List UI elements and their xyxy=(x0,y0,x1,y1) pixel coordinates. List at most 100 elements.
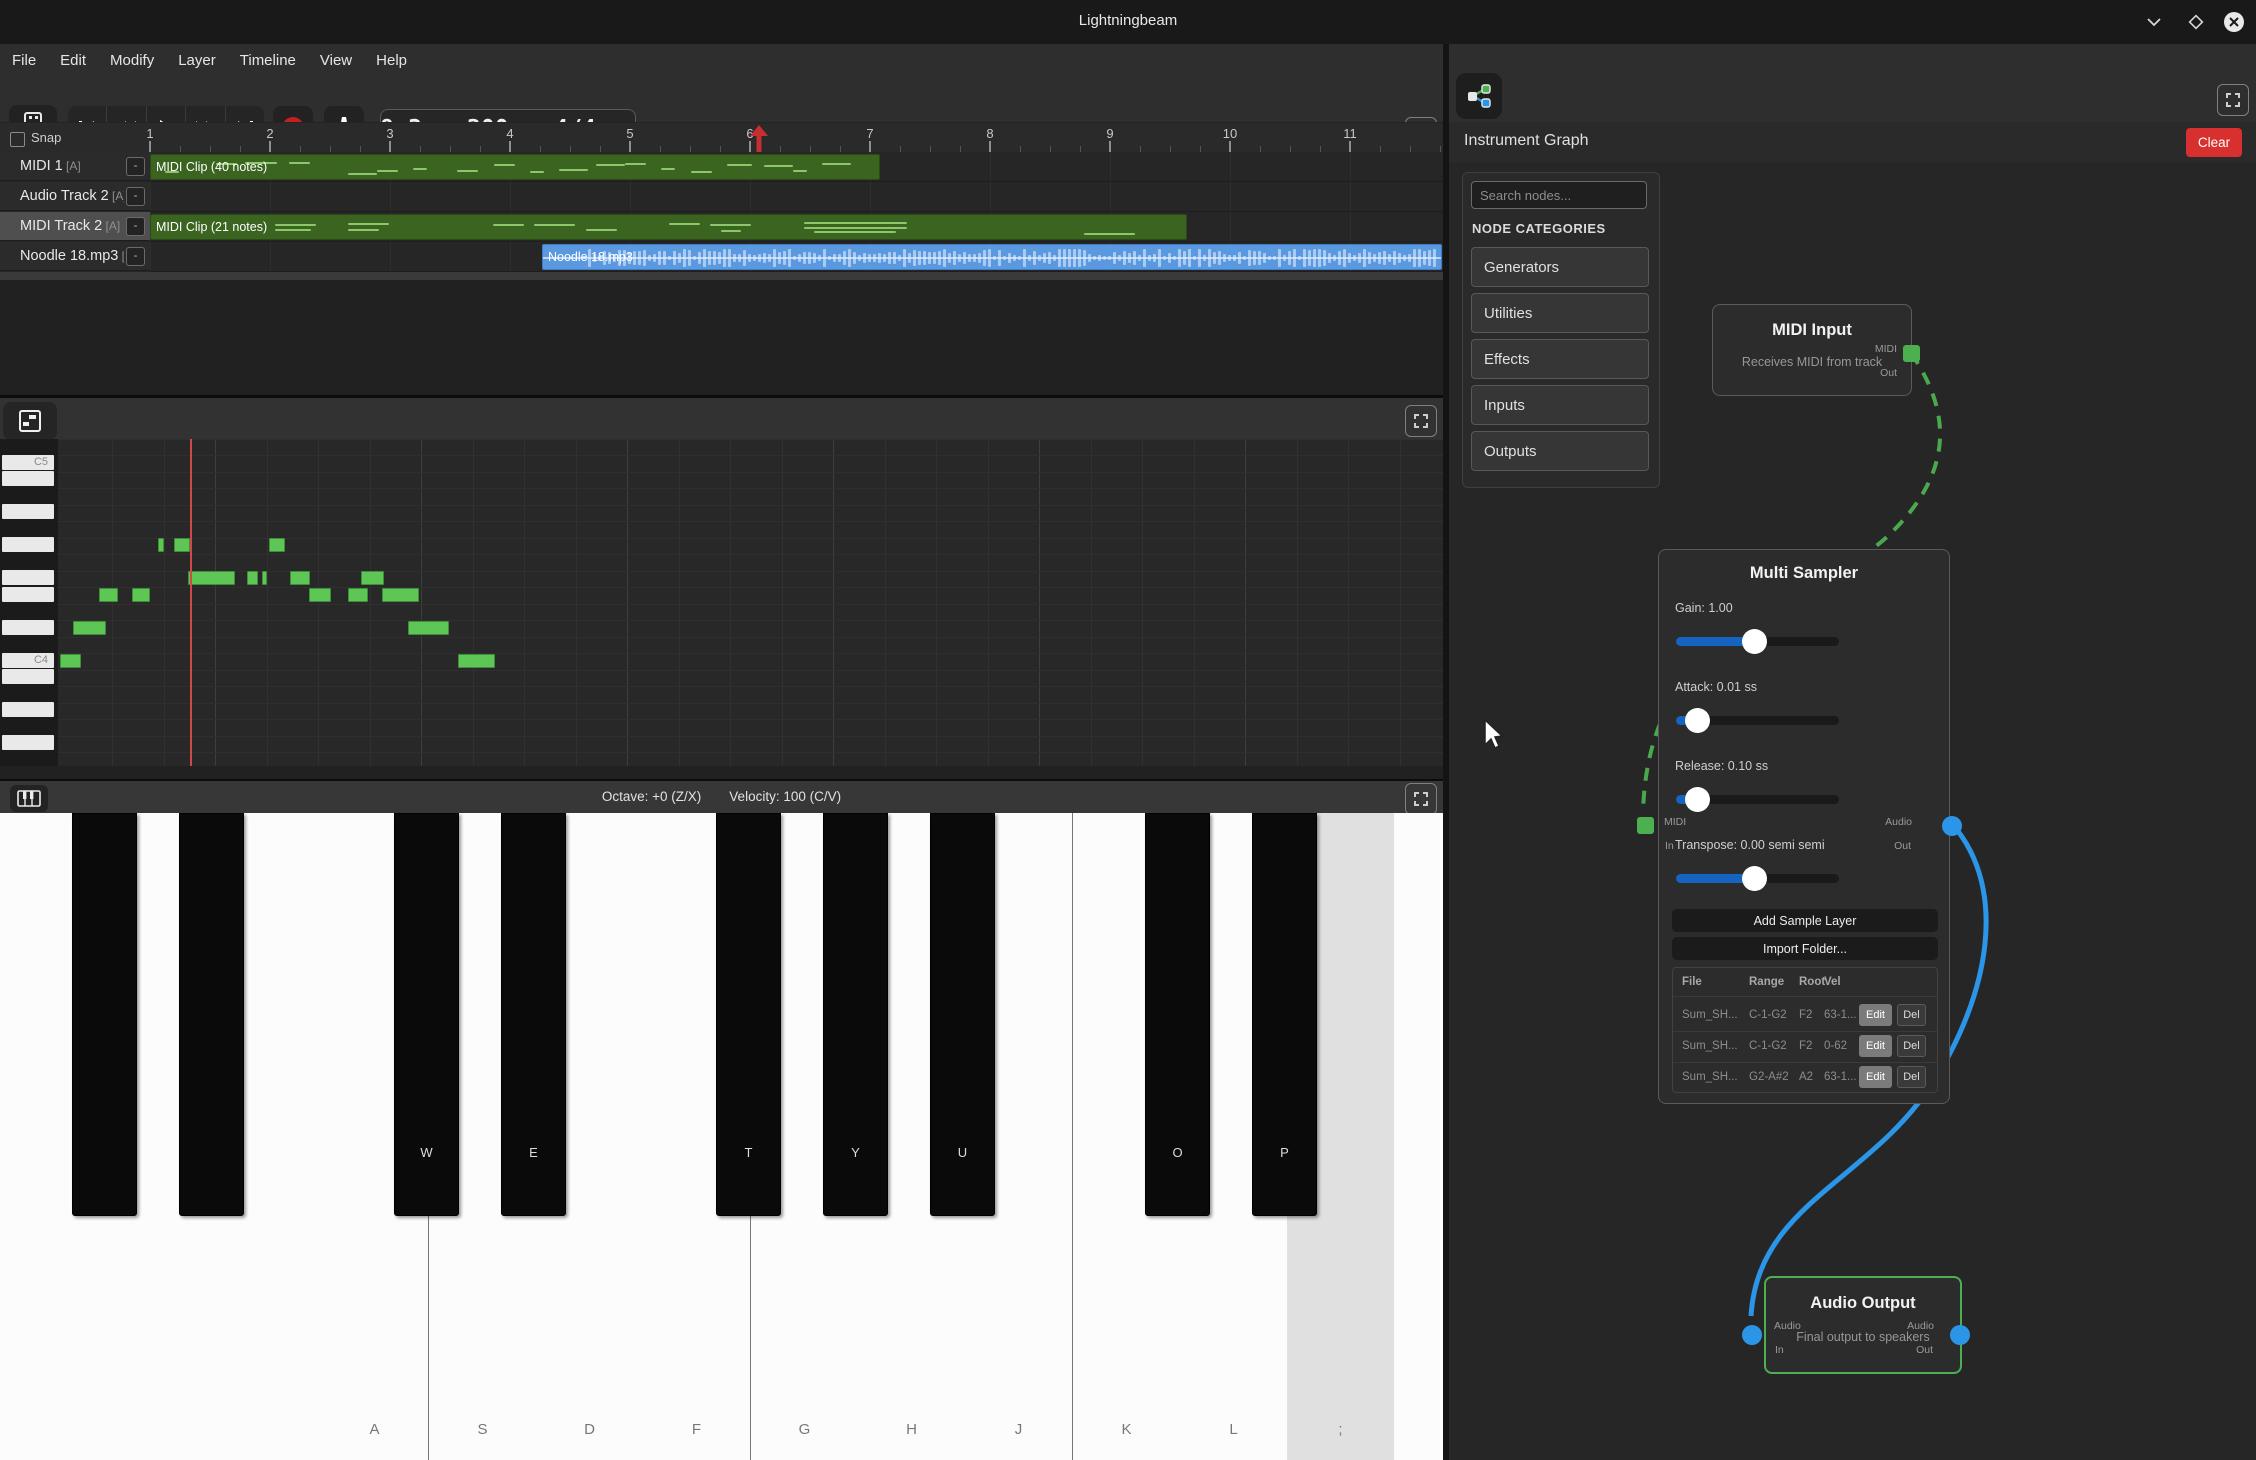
black-key-P[interactable]: P xyxy=(1252,813,1317,1216)
menu-help[interactable]: Help xyxy=(364,52,419,69)
track-mute-button[interactable]: - xyxy=(126,247,145,266)
node-audio-output[interactable]: Audio Output Final output to speakers Au… xyxy=(1764,1276,1962,1374)
midi-note[interactable] xyxy=(73,621,106,635)
midi-note[interactable] xyxy=(188,571,235,585)
fullscreen-icon[interactable] xyxy=(1405,783,1437,815)
category-outputs[interactable]: Outputs xyxy=(1471,431,1649,471)
slider-thumb[interactable] xyxy=(1685,708,1710,733)
slider[interactable] xyxy=(1676,874,1839,883)
category-effects[interactable]: Effects xyxy=(1471,339,1649,379)
midi-note[interactable] xyxy=(458,654,495,668)
midi-note[interactable] xyxy=(269,538,285,552)
close-icon[interactable] xyxy=(2222,10,2246,34)
midi-note[interactable] xyxy=(99,588,118,602)
midi-note[interactable] xyxy=(262,571,267,585)
midi-note[interactable] xyxy=(408,621,449,635)
node-multi-sampler[interactable]: Multi Sampler Gain: 1.00Attack: 0.01 ssR… xyxy=(1658,549,1950,1104)
fullscreen-icon[interactable] xyxy=(2217,84,2249,116)
midi-note[interactable] xyxy=(361,571,384,585)
piano-roll-key-strip: C5C4 xyxy=(0,439,58,766)
menu-modify[interactable]: Modify xyxy=(98,52,166,69)
minimize-icon[interactable] xyxy=(2142,10,2166,34)
audio-out-port[interactable] xyxy=(1950,1325,1970,1345)
menu-view[interactable]: View xyxy=(308,52,364,69)
add-sample-layer-button[interactable]: Add Sample Layer xyxy=(1672,909,1938,932)
maximize-icon[interactable] xyxy=(2184,10,2208,34)
slider[interactable] xyxy=(1676,795,1839,804)
graph-canvas[interactable]: NODE CATEGORIES GeneratorsUtilitiesEffec… xyxy=(1449,163,2256,1460)
white-key-label: S xyxy=(429,1421,536,1438)
slider-thumb[interactable] xyxy=(1742,629,1767,654)
black-key-W[interactable]: W xyxy=(394,813,459,1216)
menu-edit[interactable]: Edit xyxy=(48,52,98,69)
port-label: Audio xyxy=(1774,1320,1801,1332)
edit-button[interactable]: Edit xyxy=(1859,1035,1892,1057)
track-mute-button[interactable]: - xyxy=(126,157,145,176)
cell-root: A2 xyxy=(1799,1071,1813,1083)
node-title: Audio Output xyxy=(1766,1294,1960,1313)
search-input[interactable] xyxy=(1471,181,1647,209)
slider-thumb[interactable] xyxy=(1742,866,1767,891)
black-key[interactable] xyxy=(179,813,244,1216)
clear-button[interactable]: Clear xyxy=(2186,128,2242,157)
del-button[interactable]: Del xyxy=(1897,1004,1926,1026)
node-library-panel: NODE CATEGORIES GeneratorsUtilitiesEffec… xyxy=(1462,172,1660,488)
category-generators[interactable]: Generators xyxy=(1471,247,1649,287)
category-utilities[interactable]: Utilities xyxy=(1471,293,1649,333)
track-header-midi-1[interactable]: MIDI 1 [A]- xyxy=(0,152,150,181)
window-title: Lightningbeam xyxy=(0,12,2256,29)
audio-in-port[interactable] xyxy=(1742,1325,1762,1345)
menu-file[interactable]: File xyxy=(12,52,48,69)
midi-note[interactable] xyxy=(60,654,81,668)
cell-file: Sum_SH... xyxy=(1682,1071,1738,1083)
edit-button[interactable]: Edit xyxy=(1859,1004,1892,1026)
midi-note[interactable] xyxy=(290,571,310,585)
track-mute-button[interactable]: - xyxy=(126,217,145,236)
import-folder-button[interactable]: Import Folder... xyxy=(1672,937,1938,960)
node-midi-input[interactable]: MIDI Input Receives MIDI from track MIDI… xyxy=(1712,304,1912,396)
track-header-audio-track-2[interactable]: Audio Track 2 [A]- xyxy=(0,182,150,211)
midi-in-port[interactable] xyxy=(1637,817,1654,834)
slider-thumb[interactable] xyxy=(1685,787,1710,812)
midi-note[interactable] xyxy=(158,538,164,552)
black-key[interactable] xyxy=(72,813,137,1216)
black-key-E[interactable]: E xyxy=(501,813,566,1216)
midi-note[interactable] xyxy=(132,588,150,602)
edit-button[interactable]: Edit xyxy=(1859,1066,1892,1088)
menu-timeline[interactable]: Timeline xyxy=(228,52,308,69)
black-key-O[interactable]: O xyxy=(1145,813,1210,1216)
timeline-scrollbar[interactable] xyxy=(0,272,1443,280)
black-key-Y[interactable]: Y xyxy=(823,813,888,1216)
midi-note[interactable] xyxy=(247,571,258,585)
snap-checkbox[interactable] xyxy=(10,132,25,147)
midi-note[interactable] xyxy=(309,588,331,602)
black-key-T[interactable]: T xyxy=(716,813,781,1216)
del-button[interactable]: Del xyxy=(1897,1066,1926,1088)
midi-note[interactable] xyxy=(174,538,190,552)
clip-editor-icon[interactable] xyxy=(3,402,57,440)
category-inputs[interactable]: Inputs xyxy=(1471,385,1649,425)
midi-note[interactable] xyxy=(348,588,368,602)
clip-audio[interactable]: Noodle 18.mp3 xyxy=(542,244,1442,270)
slider[interactable] xyxy=(1676,716,1839,725)
track-mute-button[interactable]: - xyxy=(126,187,145,206)
piano-roll[interactable]: C5C4 xyxy=(0,439,1443,766)
slider[interactable] xyxy=(1676,637,1839,646)
white-key-label: G xyxy=(751,1421,858,1438)
track-header-noodle-18-mp3[interactable]: Noodle 18.mp3 [A]- xyxy=(0,242,150,271)
midi-note[interactable] xyxy=(382,588,419,602)
mini-white-key xyxy=(2,702,54,717)
node-graph-icon[interactable] xyxy=(1456,73,1502,119)
timeline-ruler[interactable]: Snap 1234567891011 xyxy=(0,122,1443,153)
clip-midi[interactable]: MIDI Clip (40 notes) xyxy=(150,154,880,180)
fullscreen-icon[interactable] xyxy=(1405,405,1437,437)
del-button[interactable]: Del xyxy=(1897,1035,1926,1057)
clip-midi[interactable]: MIDI Clip (21 notes) xyxy=(150,214,1187,240)
black-key-U[interactable]: U xyxy=(930,813,995,1216)
midi-out-port[interactable] xyxy=(1903,345,1920,362)
audio-out-port[interactable] xyxy=(1942,816,1962,836)
menu-layer[interactable]: Layer xyxy=(166,52,228,69)
white-key[interactable] xyxy=(1394,813,1443,1460)
virtual-keyboard[interactable]: ASDFGHJKL;WETYUOP xyxy=(0,813,1443,1460)
track-header-midi-track-2[interactable]: MIDI Track 2 [A]- xyxy=(0,212,150,241)
